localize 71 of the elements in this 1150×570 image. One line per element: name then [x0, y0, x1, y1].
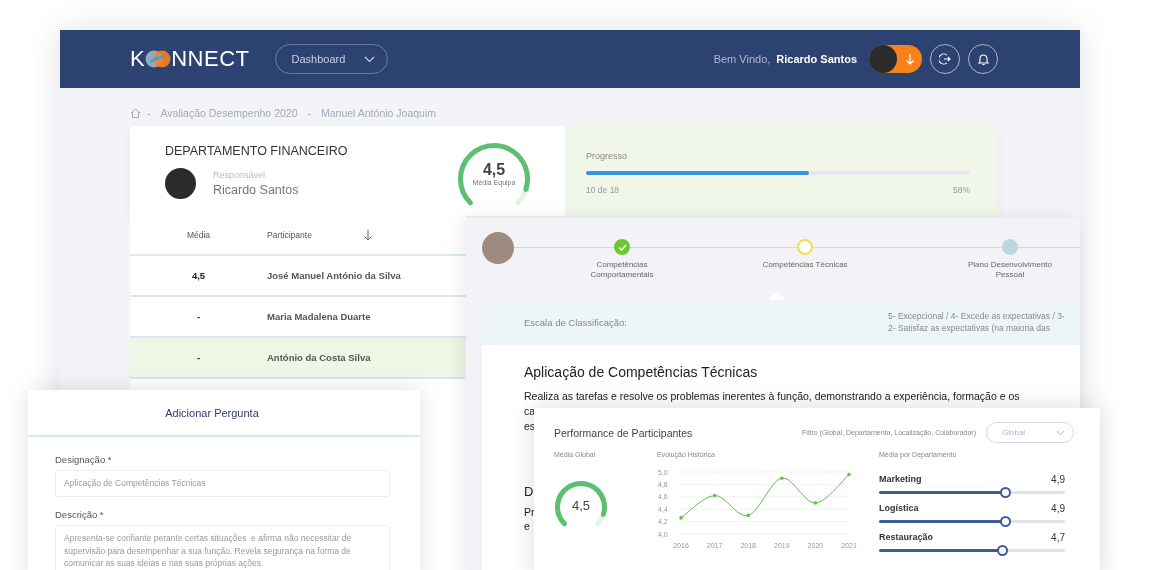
field-label: Descrição * [55, 508, 105, 520]
department-name: Logística [879, 503, 919, 514]
department-name: Marketing [879, 474, 922, 485]
progress-label: Progresso [586, 151, 629, 161]
logout-icon [939, 53, 951, 65]
table-row[interactable]: - António da Costa Silva [130, 338, 466, 379]
slider-thumb[interactable] [996, 545, 1008, 556]
section-title: Aplicação de Competências Técnicas [523, 363, 759, 380]
table-cell-text: - [195, 311, 202, 322]
department-score: 4,7 [1051, 532, 1065, 543]
step-label[interactable]: Plano Desenvolvimento Pessoal [960, 260, 1060, 280]
progress-percent: 58% [953, 185, 970, 195]
user-name: Ricardo Santos [776, 53, 857, 65]
scale-text: 2- Satisfaz as expectativas (na maioria das [888, 322, 1051, 334]
breadcrumb-separator: - [147, 106, 151, 119]
role-label: Responsável [213, 170, 267, 180]
scale-text: 5- Excepcional / 4- Excede as expectativas / 3- [888, 311, 1065, 323]
body-text: Pr [524, 506, 535, 518]
step-label[interactable]: Competências Técnicas [755, 260, 855, 270]
column-header[interactable]: Média [130, 230, 267, 240]
department-score: 4,9 [1051, 474, 1065, 485]
data-point [780, 476, 784, 480]
step-marker[interactable] [614, 239, 630, 255]
chevron-down-icon [1056, 429, 1065, 436]
data-point [746, 513, 750, 518]
avatar [165, 168, 196, 199]
section-heading: D [524, 484, 534, 499]
chevron-down-icon [364, 55, 376, 63]
text-area[interactable]: Apresenta-se confiante perante certas situações e afirma não necessitar de supervisão para desempenhar a sua função. Revela segurança na forma de comunicar as suas ideias e nas suas próprias ações. [55, 524, 390, 570]
breadcrumb-separator: - [307, 106, 311, 119]
manager-name: Ricardo Santos [213, 183, 299, 197]
progress-count: 10 de 18 [586, 185, 620, 195]
department-name: Restauração [879, 532, 934, 543]
data-point [813, 501, 818, 505]
bell-icon [977, 52, 989, 66]
logo-text: K [130, 48, 146, 70]
slider-thumb[interactable] [1000, 487, 1012, 498]
input-field[interactable]: Aplicação de Competências Técnicas [55, 470, 390, 497]
table-cell-text: 4,5 [190, 270, 207, 281]
data-point [712, 493, 717, 498]
arrow-down-icon [906, 53, 914, 65]
step-marker[interactable] [1002, 239, 1018, 255]
field-label: Designação * [55, 454, 113, 465]
avatar [482, 232, 514, 264]
card-title: Performance de Participantes [554, 426, 694, 439]
sort-arrow-icon[interactable] [364, 229, 372, 241]
step-label[interactable]: Competências Comportamentais [572, 260, 672, 280]
table-cell-text: Maria Madalena Duarte [267, 311, 372, 322]
logo-icon [145, 49, 172, 69]
column-header[interactable]: Participante [267, 230, 364, 240]
description-text: Realiza as tarefas e resolve os problemas inerentes à função, demonstrando a experiência, formação e os [524, 390, 1020, 402]
avatar [869, 45, 897, 73]
user-menu-button[interactable] [869, 45, 922, 73]
scale-label: Escala de Classificação: [524, 317, 627, 328]
greeting-text: Bem Vindo, [713, 53, 771, 65]
table-cell-text: António da Costa Silva [267, 352, 372, 363]
gauge-value: 4,5 [570, 498, 592, 513]
slider-thumb[interactable] [1000, 516, 1012, 527]
body-text: e [524, 520, 530, 532]
data-point [679, 516, 683, 520]
gauge-value: 4,5 [482, 161, 506, 179]
logo-text: NNECT [171, 48, 250, 70]
dialog-title: Adicionar Pergunta [165, 406, 259, 419]
table-cell-text: - [195, 352, 202, 363]
step-marker[interactable] [797, 239, 813, 255]
data-point [847, 472, 851, 477]
department-title: DEPARTAMENTO FINANCEIRO [165, 144, 349, 158]
description-text: es [524, 420, 536, 432]
table-cell-text: José Manuel António da Silva [267, 270, 402, 281]
description-text: ca [524, 405, 536, 417]
department-score: 4,9 [1051, 503, 1065, 514]
